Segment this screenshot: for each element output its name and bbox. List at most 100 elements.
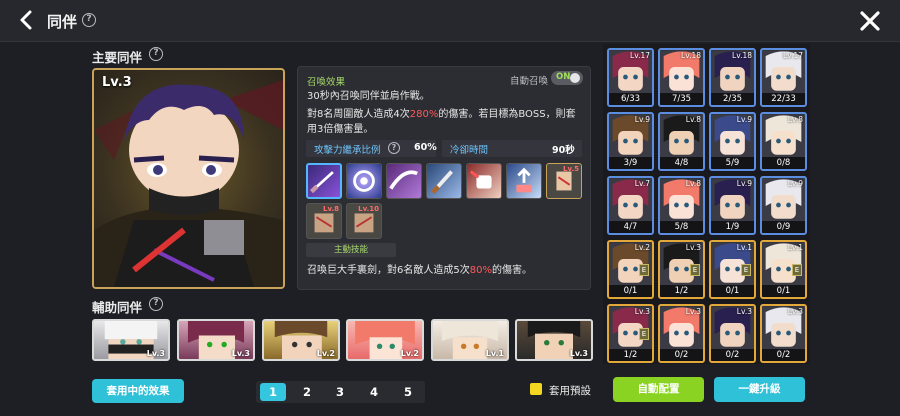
roster-count: 0/2 — [711, 349, 754, 361]
roster-cell[interactable]: Lv.3 0/2 — [658, 304, 705, 363]
skill-slot-1[interactable] — [306, 163, 342, 199]
sword-skill-icon — [309, 171, 334, 194]
equipped-badge: E — [690, 264, 700, 276]
slash-skill-icon — [389, 170, 418, 190]
help-icon[interactable]: ? — [82, 13, 96, 27]
support-level: Lv.3 — [569, 349, 588, 358]
roster-cell[interactable]: Lv.3 0/2 — [760, 304, 807, 363]
page-5-button[interactable]: 5 — [395, 383, 421, 401]
roster-count: 4/7 — [609, 221, 652, 233]
roster-cell[interactable]: Lv.17 22/33 — [760, 48, 807, 107]
roster-cell[interactable]: Lv.7 4/7 — [607, 176, 654, 235]
roster-level: Lv.1 — [787, 243, 803, 252]
roster-count: 5/9 — [711, 157, 754, 169]
stat-help-icon[interactable]: ? — [388, 142, 400, 154]
roster-cell[interactable]: Lv.8 0/8 — [760, 112, 807, 171]
page-1-button[interactable]: 1 — [260, 383, 286, 401]
skill-slot-8[interactable]: Lv.8 — [306, 203, 342, 239]
skill-slot-6[interactable] — [506, 163, 542, 199]
stat-cooldown-label: 冷卻時間 — [450, 145, 489, 156]
apply-preset-checkbox[interactable] — [530, 383, 542, 395]
auto-summon-toggle[interactable]: ON — [551, 71, 583, 85]
roster-level: Lv.8 — [685, 179, 701, 188]
roster-cell[interactable]: Lv.2 E 0/1 — [607, 240, 654, 299]
skill-slot-5[interactable] — [466, 163, 502, 199]
roster-cell[interactable]: Lv.9 3/9 — [607, 112, 654, 171]
summon-desc-line2: 對8名周圍敵人造成4次280%的傷害。若目標為BOSS，則套用3倍傷害量。 — [307, 107, 585, 137]
equipped-badge: E — [639, 328, 649, 340]
roster-level: Lv.3 — [634, 307, 650, 316]
summon-desc-part-a: 對8名周圍敵人造成4次 — [307, 109, 410, 120]
roster-cell[interactable]: Lv.9 5/9 — [709, 112, 756, 171]
roster-count: 0/1 — [609, 285, 652, 297]
roster-level: Lv.17 — [783, 51, 803, 60]
roster-level: Lv.3 — [787, 307, 803, 316]
stat-attack-value: 60% — [414, 142, 437, 153]
support-slot-3[interactable]: Lv.2 — [262, 319, 340, 361]
roster-cell[interactable]: Lv.8 4/8 — [658, 112, 705, 171]
support-slot-6[interactable]: Lv.3 — [515, 319, 593, 361]
roster-cell[interactable]: Lv.1 E 0/1 — [760, 240, 807, 299]
page-4-button[interactable]: 4 — [361, 383, 387, 401]
applied-effect-button[interactable]: 套用中的效果 — [92, 379, 184, 403]
skill-slot-3[interactable] — [386, 163, 422, 199]
main-help-icon[interactable]: ? — [149, 47, 163, 61]
roster-level: Lv.2 — [634, 243, 650, 252]
roster-cell[interactable]: Lv.1 E 0/1 — [709, 240, 756, 299]
roster-level: Lv.8 — [787, 115, 803, 124]
roster-cell[interactable]: Lv.9 0/9 — [760, 176, 807, 235]
companion-portrait-image — [94, 80, 283, 287]
buff-skill-icon — [516, 167, 532, 193]
support-level: Lv.2 — [400, 349, 419, 358]
roster-cell[interactable]: Lv.18 2/35 — [709, 48, 756, 107]
roster-count: 2/35 — [711, 93, 754, 105]
skill-lock-level: Lv.8 — [323, 205, 339, 213]
skill-slot-9[interactable]: Lv.10 — [346, 203, 382, 239]
roster-cell[interactable]: Lv.18 7/35 — [658, 48, 705, 107]
roster-level: Lv.8 — [685, 115, 701, 124]
support-level: Lv.2 — [316, 349, 335, 358]
support-slot-4[interactable]: Lv.2 — [346, 319, 424, 361]
roster-level: Lv.18 — [681, 51, 701, 60]
roster-count: 0/1 — [762, 285, 805, 297]
roster-count: 1/2 — [609, 349, 652, 361]
skill-slot-7[interactable]: Lv.5 — [546, 163, 582, 199]
support-slot-5[interactable]: Lv.1 — [431, 319, 509, 361]
active-damage-percent: 80% — [469, 265, 492, 276]
roster-count: 0/2 — [762, 349, 805, 361]
roster-count: 0/9 — [762, 221, 805, 233]
page-3-button[interactable]: 3 — [327, 383, 353, 401]
roster-cell[interactable]: Lv.17 6/33 — [607, 48, 654, 107]
roster-level: Lv.9 — [787, 179, 803, 188]
support-level: Lv.3 — [231, 349, 250, 358]
roster-count: 5/8 — [660, 221, 703, 233]
roster-cell[interactable]: Lv.8 5/8 — [658, 176, 705, 235]
equipped-badge: E — [792, 264, 802, 276]
fist-skill-icon — [469, 170, 492, 189]
stat-cooldown-value: 90秒 — [552, 145, 575, 156]
close-icon[interactable] — [858, 9, 882, 33]
support-companion-title: 輔助同伴 — [92, 300, 143, 315]
one-click-upgrade-button[interactable]: 一鍵升級 — [714, 377, 805, 402]
main-companion-portrait[interactable]: Lv.3 — [92, 68, 285, 289]
support-slot-2[interactable]: Lv.3 — [177, 319, 255, 361]
skill-slot-2[interactable] — [346, 163, 382, 199]
auto-arrange-button[interactable]: 自動配置 — [613, 377, 704, 402]
skill-lock-level: Lv.10 — [358, 205, 379, 213]
support-help-icon[interactable]: ? — [149, 297, 163, 311]
roster-cell[interactable]: Lv.3 0/2 — [709, 304, 756, 363]
roster-level: Lv.17 — [630, 51, 650, 60]
roster-cell[interactable]: Lv.3 E 1/2 — [658, 240, 705, 299]
roster-count: 0/1 — [711, 285, 754, 297]
equipped-badge: E — [639, 264, 649, 276]
skill-slot-4[interactable] — [426, 163, 462, 199]
back-arrow-icon[interactable] — [16, 9, 38, 31]
active-skill-label: 主動技能 — [306, 243, 396, 257]
page-2-button[interactable]: 2 — [294, 383, 320, 401]
roster-cell[interactable]: Lv.9 1/9 — [709, 176, 756, 235]
support-slot-1[interactable]: Lv.3 — [92, 319, 170, 361]
roster-cell[interactable]: Lv.3 E 1/2 — [607, 304, 654, 363]
dagger-skill-icon — [430, 170, 453, 195]
active-skill-desc: 召喚巨大手裏劍，對6名敵人造成5次80%的傷害。 — [307, 263, 585, 278]
active-desc-part-a: 召喚巨大手裏劍，對6名敵人造成5次 — [307, 265, 470, 276]
